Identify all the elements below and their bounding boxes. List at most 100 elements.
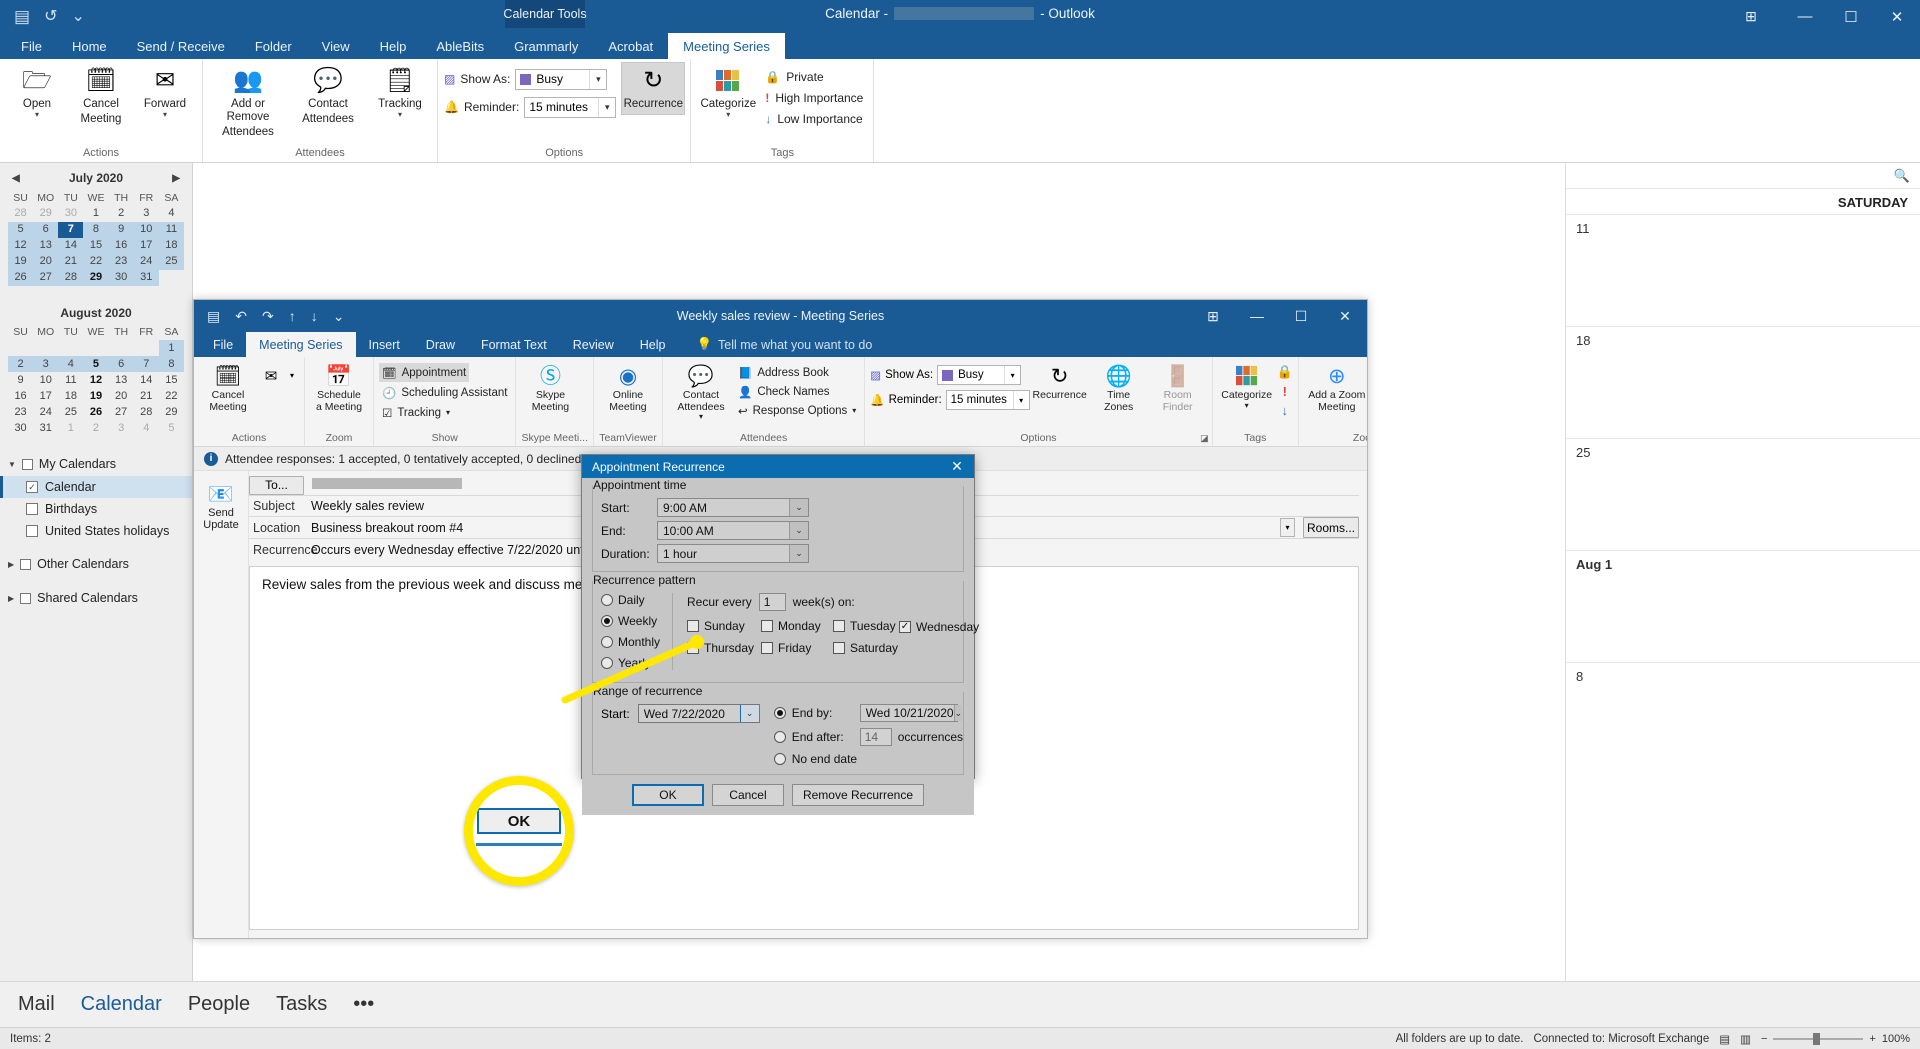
private-button[interactable]: 🔒 Private xyxy=(761,67,867,87)
mini-calendar-day[interactable]: 25 xyxy=(58,404,83,420)
mini-calendar-day[interactable]: 5 xyxy=(8,221,34,238)
minimize-button[interactable]: — xyxy=(1235,300,1279,332)
mini-calendar-day[interactable]: 21 xyxy=(134,388,159,404)
mini-calendar-day[interactable]: 26 xyxy=(8,269,34,286)
room-finder-button[interactable]: 🚪 Room Finder xyxy=(1149,360,1207,415)
chevron-down-icon[interactable]: ▾ xyxy=(1004,366,1020,384)
maximize-button[interactable]: ☐ xyxy=(1279,300,1323,332)
customize-quick-access-icon[interactable]: ⌄ xyxy=(71,8,84,25)
calendar-day-cell[interactable]: Aug 1 xyxy=(1566,550,1920,662)
mini-calendar-day[interactable]: 3 xyxy=(134,206,159,222)
calendar-item-calendar[interactable]: ✓ Calendar xyxy=(0,476,192,498)
rooms-button[interactable]: Rooms... xyxy=(1303,517,1359,538)
mini-calendar-day[interactable]: 9 xyxy=(108,221,134,238)
show-as-combo[interactable]: Busy ▾ xyxy=(515,68,608,90)
mini-calendar-day[interactable]: 14 xyxy=(134,372,159,388)
time-zones-button[interactable]: 🌐 Time Zones xyxy=(1090,360,1148,415)
zoom-track[interactable] xyxy=(1773,1032,1864,1045)
open-button[interactable]: 🗁 Open ▾ xyxy=(6,63,68,122)
meeting-tab-review[interactable]: Review xyxy=(560,332,627,357)
mini-calendar-day[interactable]: 5 xyxy=(159,420,184,436)
mini-calendar-day[interactable]: 31 xyxy=(33,420,58,436)
mini-calendar-day[interactable]: 6 xyxy=(33,221,59,238)
meeting-tab-draw[interactable]: Draw xyxy=(413,332,468,357)
checkbox-checked-icon[interactable]: ✓ xyxy=(899,621,911,633)
forward-meeting-icon-button[interactable]: ✉ xyxy=(258,360,284,392)
chevron-down-icon[interactable]: ▾ xyxy=(1245,401,1249,411)
duration-combo[interactable]: 1 hour ⌄ xyxy=(657,544,809,563)
meeting-tab-meeting-series[interactable]: Meeting Series xyxy=(246,332,356,357)
mini-calendar-grid-august[interactable]: SU MO TU WE TH FR SA 1 2 3 4 5 6 7 8 9 10 11 12 13 14 15 16 17 1… xyxy=(8,325,184,437)
ok-button[interactable]: OK xyxy=(631,784,704,806)
mini-calendar-day[interactable]: 29 xyxy=(83,269,109,286)
tab-ablebits[interactable]: AbleBits xyxy=(421,33,499,59)
zoom-thumb[interactable] xyxy=(1813,1032,1821,1045)
contact-attendees-button[interactable]: 💬 Contact Attendees ▾ xyxy=(668,360,734,424)
chevron-down-icon[interactable]: ⌄ xyxy=(953,705,963,721)
chevron-down-icon[interactable]: ▾ xyxy=(852,406,856,415)
mini-calendar-day[interactable]: 10 xyxy=(33,372,58,388)
mini-calendar-day[interactable]: 22 xyxy=(159,388,184,404)
mini-calendar-day[interactable]: 28 xyxy=(58,269,84,286)
checkbox-icon[interactable]: ✓ xyxy=(761,620,773,632)
radio-yearly[interactable]: Yearly xyxy=(601,656,666,670)
mini-calendar-day[interactable]: 28 xyxy=(8,206,33,222)
scheduling-assistant-button[interactable]: 🕘 Scheduling Assistant xyxy=(379,383,510,402)
mini-calendar-day[interactable]: 18 xyxy=(58,388,83,404)
meeting-tab-file[interactable]: File xyxy=(200,332,246,357)
close-button[interactable]: ✕ xyxy=(1323,300,1367,332)
chevron-down-icon[interactable]: ▾ xyxy=(1012,391,1029,409)
start-time-combo[interactable]: 9:00 AM ⌄ xyxy=(657,498,809,517)
radio-weekly[interactable]: Weekly xyxy=(601,614,666,628)
reading-view-icon[interactable]: ▥ xyxy=(1740,1032,1751,1046)
mini-calendar-day[interactable]: 24 xyxy=(33,404,58,420)
tab-home[interactable]: Home xyxy=(57,33,122,59)
end-by-date-combo[interactable]: Wed 10/21/2020 ⌄ xyxy=(859,704,963,722)
exclamation-icon[interactable]: ! xyxy=(1283,384,1287,399)
mini-calendar-day[interactable]: 7 xyxy=(133,356,159,372)
mini-calendar-day[interactable]: 2 xyxy=(8,356,34,372)
online-meeting-button[interactable]: ◉ Online Meeting xyxy=(599,360,657,415)
mini-calendar-day[interactable]: 15 xyxy=(83,237,109,254)
recur-every-input[interactable]: 1 xyxy=(758,593,786,611)
checkbox-thursday[interactable]: ✓ Thursday xyxy=(687,641,761,655)
undo-icon[interactable]: ↶ xyxy=(235,308,247,325)
location-dropdown-icon[interactable]: ▾ xyxy=(1280,518,1295,537)
calendar-day-cell[interactable]: 11 xyxy=(1566,214,1920,326)
mini-calendar-day[interactable]: 20 xyxy=(33,253,59,270)
mini-calendar-day[interactable]: 23 xyxy=(108,253,134,270)
mini-calendar-day[interactable]: 18 xyxy=(158,237,184,254)
mini-calendar-day[interactable]: 1 xyxy=(83,206,108,222)
mini-calendar-day[interactable]: 4 xyxy=(134,420,159,436)
checkbox-monday[interactable]: ✓ Monday xyxy=(761,619,833,633)
tab-grammarly[interactable]: Grammarly xyxy=(499,33,593,59)
undo-icon[interactable]: ↺ xyxy=(44,8,57,25)
calendar-item-us-holidays[interactable]: United States holidays xyxy=(0,520,192,542)
mini-calendar-day[interactable]: 31 xyxy=(133,269,159,286)
minimize-button[interactable]: — xyxy=(1782,0,1828,33)
mini-calendar-day[interactable]: 19 xyxy=(8,253,34,270)
group-shared-calendars[interactable]: ▶ Shared Calendars xyxy=(0,586,192,610)
ribbon-display-options-icon[interactable]: ⊞ xyxy=(1728,0,1774,33)
previous-month-icon[interactable]: ◀ xyxy=(12,173,20,184)
reminder-combo[interactable]: 15 minutes ▾ xyxy=(524,96,617,118)
radio-selected-icon[interactable] xyxy=(601,615,613,627)
tab-meeting-series[interactable]: Meeting Series xyxy=(668,33,785,59)
chevron-down-icon[interactable]: ⌄ xyxy=(739,705,759,722)
categorize-button[interactable]: Categorize ▾ xyxy=(697,63,759,122)
close-button[interactable]: ✕ xyxy=(1874,0,1920,33)
mini-calendar-day[interactable]: 12 xyxy=(83,372,108,388)
mini-calendar-day[interactable]: 29 xyxy=(159,404,184,420)
radio-icon[interactable] xyxy=(773,753,786,765)
mini-calendar-day[interactable]: 4 xyxy=(159,206,184,222)
check-names-button[interactable]: 👤 Check Names xyxy=(735,382,859,401)
group-other-calendars[interactable]: ▶ Other Calendars xyxy=(0,552,192,576)
mini-calendar-day[interactable]: 20 xyxy=(109,388,134,404)
checkbox-icon[interactable] xyxy=(26,525,38,537)
customize-quick-access-icon[interactable]: ⌄ xyxy=(333,308,345,325)
cancel-button[interactable]: Cancel xyxy=(711,784,784,806)
group-checkbox[interactable] xyxy=(20,592,32,604)
send-update-button[interactable]: 📧 Send Update xyxy=(196,479,246,535)
ribbon-display-options-icon[interactable]: ⊞ xyxy=(1191,300,1235,332)
tab-view[interactable]: View xyxy=(307,33,365,59)
